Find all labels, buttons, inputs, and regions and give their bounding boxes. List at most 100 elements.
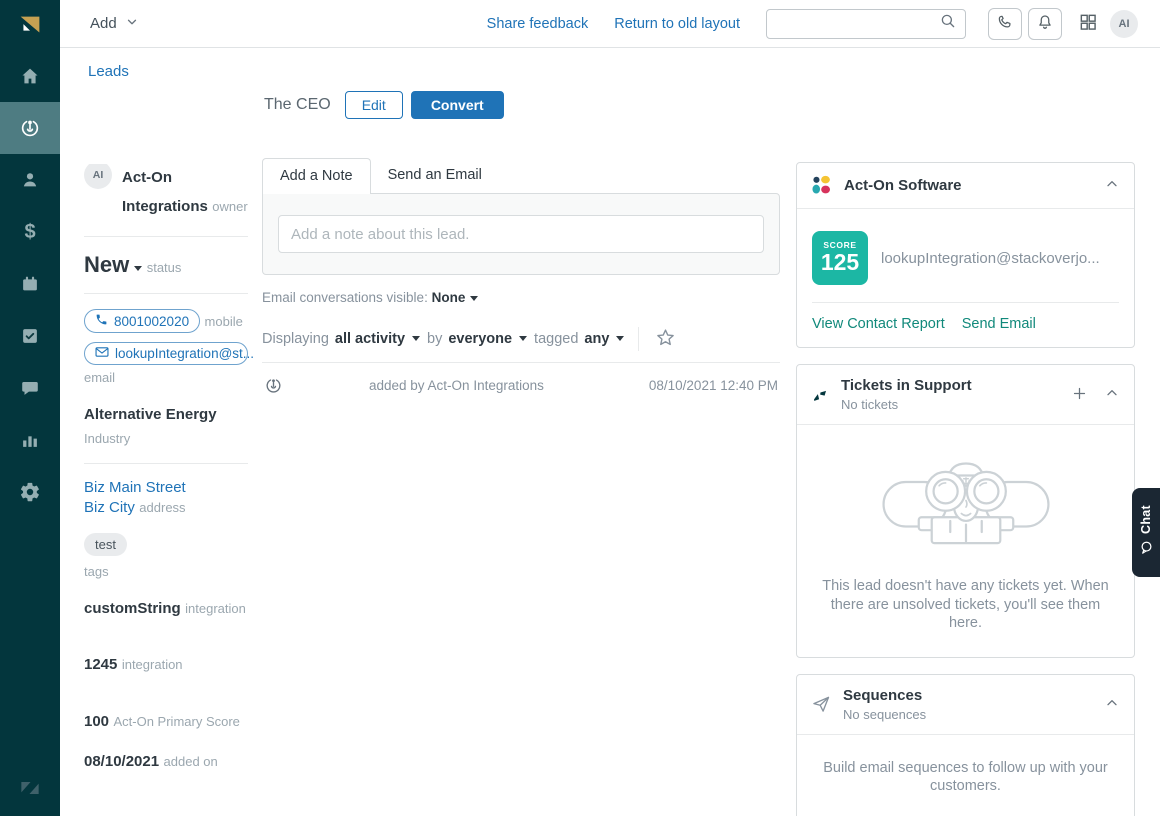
phone-icon (95, 313, 108, 329)
tickets-card-title: Tickets in Support (841, 377, 972, 395)
address-city-link[interactable]: Biz City (84, 499, 135, 516)
custom-number-value: 1245 (84, 656, 117, 673)
phone-button[interactable] (988, 8, 1022, 40)
email-visibility-dropdown[interactable]: None (432, 290, 466, 305)
sidebar-item-home[interactable] (0, 50, 60, 102)
caret-down-icon (134, 266, 142, 271)
chevron-up-icon (1104, 385, 1120, 404)
page-title: The CEO (264, 96, 331, 114)
top-bar: Add Share feedback Return to old layout … (60, 0, 1160, 48)
email-value: lookupIntegration@st... (115, 346, 254, 361)
convert-button[interactable]: Convert (411, 91, 504, 119)
address-street-link[interactable]: Biz Main Street (84, 479, 186, 496)
send-email-link[interactable]: Send Email (962, 316, 1036, 332)
filter-activity-dropdown[interactable]: all activity (335, 331, 405, 347)
notifications-button[interactable] (1028, 8, 1062, 40)
sidebar-item-reports[interactable] (0, 414, 60, 466)
added-on-value: 08/10/2021 (84, 753, 159, 770)
chat-launcher-tab[interactable]: Chat (1132, 488, 1160, 577)
widgets-panel: Act-On Software SCORE 125 lookupIntegrat… (796, 158, 1135, 816)
search-input[interactable] (775, 16, 939, 31)
card-sequences: Sequences No sequences Build email seque… (796, 674, 1135, 816)
main-content: Leads The CEO Edit Convert AI Act-On Int… (60, 48, 1160, 816)
tab-send-email[interactable]: Send an Email (371, 158, 499, 193)
industry-value: Alternative Energy (84, 406, 217, 423)
star-icon (655, 327, 676, 351)
sequences-card-title: Sequences (843, 687, 926, 705)
apps-grid-button[interactable] (1078, 12, 1098, 35)
note-composer (262, 193, 780, 275)
search-box[interactable] (766, 9, 966, 39)
email-visibility-label: Email conversations visible: (262, 290, 428, 305)
filter-user-dropdown[interactable]: everyone (448, 331, 512, 347)
status-dropdown[interactable]: New status (84, 252, 248, 278)
zendesk-support-icon (811, 386, 829, 404)
activity-added-by: added by Act-On Integrations (369, 378, 544, 393)
mobile-value: 8001002020 (114, 314, 189, 329)
chevron-down-icon (125, 15, 139, 33)
score-value: 125 (821, 250, 859, 275)
search-icon (939, 12, 957, 35)
note-input[interactable] (278, 215, 764, 253)
caret-down-icon (519, 336, 527, 341)
owner-name: Act-On Integrations (122, 169, 208, 215)
envelope-icon (95, 346, 109, 361)
custom-number-label: integration (122, 657, 183, 672)
sidebar-item-leads[interactable] (0, 102, 60, 154)
favorites-star-button[interactable] (655, 327, 676, 351)
home-icon (19, 65, 41, 87)
breadcrumb-leads[interactable]: Leads (88, 63, 129, 80)
filter-tag-dropdown[interactable]: any (584, 331, 609, 347)
filter-tagged-label: tagged (534, 331, 578, 347)
tab-add-note[interactable]: Add a Note (262, 158, 371, 194)
email-pill[interactable]: lookupIntegration@st... (84, 342, 248, 365)
sell-logo-icon (0, 0, 60, 50)
return-old-layout-link[interactable]: Return to old layout (614, 16, 740, 32)
activity-panel: Add a Note Send an Email Email conversat… (262, 158, 780, 408)
person-icon (19, 169, 41, 191)
add-label: Add (90, 15, 117, 32)
sidebar-item-tasks[interactable] (0, 310, 60, 362)
mobile-label: mobile (205, 314, 243, 329)
status-value[interactable]: New (84, 252, 129, 277)
caret-down-icon (470, 296, 478, 301)
card-tickets: Tickets in Support No tickets (796, 364, 1135, 658)
tickets-collapse-button[interactable] (1104, 385, 1120, 404)
dollar-icon: $ (24, 221, 35, 244)
filter-by-label: by (427, 331, 442, 347)
leads-icon (19, 117, 41, 139)
zendesk-logo-icon (0, 760, 60, 816)
acton-card-title: Act-On Software (844, 177, 962, 195)
user-avatar[interactable]: AI (1110, 10, 1138, 38)
activity-feed-item[interactable]: added by Act-On Integrations 08/10/2021 … (262, 363, 780, 408)
bell-icon (1036, 13, 1054, 34)
add-button[interactable]: Add (90, 15, 139, 33)
sequences-body-text: Build email sequences to follow up with … (821, 759, 1110, 796)
sidebar-item-contacts[interactable] (0, 154, 60, 206)
added-on-label: added on (164, 754, 218, 769)
chat-bubble-icon (19, 377, 41, 399)
add-ticket-button[interactable] (1071, 385, 1088, 405)
caret-down-icon (616, 336, 624, 341)
lead-activity-icon (264, 376, 283, 395)
sequences-collapse-button[interactable] (1104, 695, 1120, 714)
score-tile: SCORE 125 (812, 231, 868, 285)
sidebar-item-deals[interactable]: $ (0, 206, 60, 258)
owner-label: owner (212, 199, 247, 214)
acton-collapse-button[interactable] (1104, 176, 1120, 195)
status-label: status (147, 260, 182, 275)
tag-pill[interactable]: test (84, 533, 127, 556)
tickets-card-subtitle: No tickets (841, 397, 972, 412)
sidebar-item-conversations[interactable] (0, 362, 60, 414)
primary-score-value: 100 (84, 713, 109, 730)
sidebar-item-settings[interactable] (0, 466, 60, 518)
sidebar-item-calendar[interactable] (0, 258, 60, 310)
divider (84, 463, 248, 464)
share-feedback-link[interactable]: Share feedback (487, 16, 589, 32)
edit-button[interactable]: Edit (345, 91, 403, 119)
divider (638, 327, 639, 351)
phone-icon (996, 13, 1014, 34)
mobile-phone-pill[interactable]: 8001002020 (84, 309, 200, 333)
caret-down-icon (412, 336, 420, 341)
view-contact-report-link[interactable]: View Contact Report (812, 316, 945, 332)
